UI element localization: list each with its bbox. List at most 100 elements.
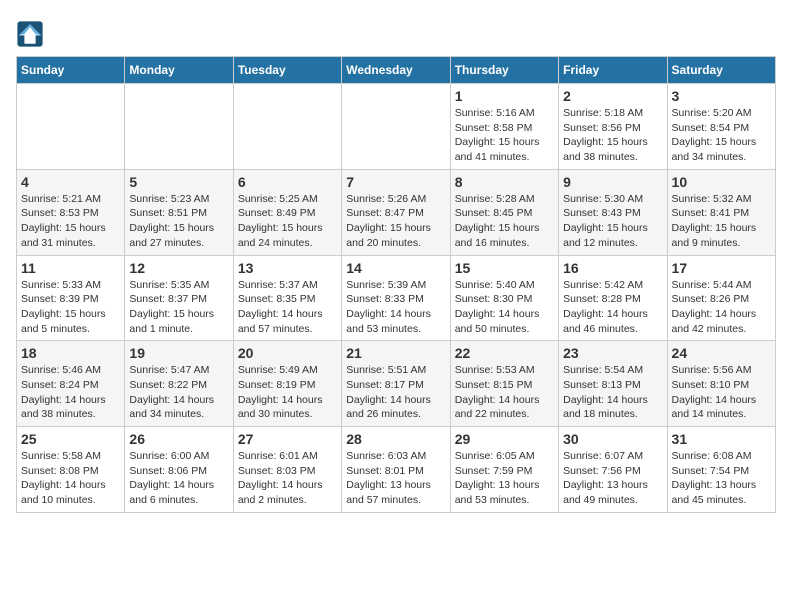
calendar-cell: 2 Sunrise: 5:18 AM Sunset: 8:56 PM Daylig… bbox=[559, 84, 667, 170]
day-info: Sunrise: 5:35 AM Sunset: 8:37 PM Dayligh… bbox=[129, 278, 228, 337]
day-number: 21 bbox=[346, 345, 445, 361]
day-number: 20 bbox=[238, 345, 337, 361]
calendar-table: SundayMondayTuesdayWednesdayThursdayFrid… bbox=[16, 56, 776, 513]
day-info: Sunrise: 5:28 AM Sunset: 8:45 PM Dayligh… bbox=[455, 192, 554, 251]
weekday-header-thursday: Thursday bbox=[450, 57, 558, 84]
calendar-week-1: 1 Sunrise: 5:16 AM Sunset: 8:58 PM Daylig… bbox=[17, 84, 776, 170]
calendar-cell: 20 Sunrise: 5:49 AM Sunset: 8:19 PM Dayli… bbox=[233, 341, 341, 427]
calendar-cell bbox=[125, 84, 233, 170]
weekday-header-tuesday: Tuesday bbox=[233, 57, 341, 84]
day-number: 26 bbox=[129, 431, 228, 447]
calendar-cell: 13Sunrise: 5:37 AM Sunset: 8:35 PM Dayli… bbox=[233, 255, 341, 341]
calendar-body: 1 Sunrise: 5:16 AM Sunset: 8:58 PM Daylig… bbox=[17, 84, 776, 513]
calendar-cell: 11Sunrise: 5:33 AM Sunset: 8:39 PM Dayli… bbox=[17, 255, 125, 341]
day-info: Sunrise: 6:03 AM Sunset: 8:01 PM Dayligh… bbox=[346, 449, 445, 508]
day-info: Sunrise: 5:49 AM Sunset: 8:19 PM Dayligh… bbox=[238, 363, 337, 422]
day-info: Sunrise: 6:07 AM Sunset: 7:56 PM Dayligh… bbox=[563, 449, 662, 508]
calendar-cell: 5 Sunrise: 5:23 AM Sunset: 8:51 PM Daylig… bbox=[125, 169, 233, 255]
day-info: Sunrise: 5:18 AM Sunset: 8:56 PM Dayligh… bbox=[563, 106, 662, 165]
day-number: 30 bbox=[563, 431, 662, 447]
weekday-header-sunday: Sunday bbox=[17, 57, 125, 84]
calendar-cell: 8 Sunrise: 5:28 AM Sunset: 8:45 PM Daylig… bbox=[450, 169, 558, 255]
day-number: 17 bbox=[672, 260, 771, 276]
day-number: 2 bbox=[563, 88, 662, 104]
logo bbox=[16, 20, 48, 48]
day-info: Sunrise: 6:00 AM Sunset: 8:06 PM Dayligh… bbox=[129, 449, 228, 508]
calendar-cell: 9 Sunrise: 5:30 AM Sunset: 8:43 PM Daylig… bbox=[559, 169, 667, 255]
weekday-header-row: SundayMondayTuesdayWednesdayThursdayFrid… bbox=[17, 57, 776, 84]
calendar-week-2: 4 Sunrise: 5:21 AM Sunset: 8:53 PM Daylig… bbox=[17, 169, 776, 255]
day-number: 16 bbox=[563, 260, 662, 276]
day-number: 29 bbox=[455, 431, 554, 447]
day-info: Sunrise: 5:16 AM Sunset: 8:58 PM Dayligh… bbox=[455, 106, 554, 165]
calendar-cell: 23Sunrise: 5:54 AM Sunset: 8:13 PM Dayli… bbox=[559, 341, 667, 427]
day-info: Sunrise: 6:01 AM Sunset: 8:03 PM Dayligh… bbox=[238, 449, 337, 508]
calendar-week-3: 11Sunrise: 5:33 AM Sunset: 8:39 PM Dayli… bbox=[17, 255, 776, 341]
calendar-cell: 21 Sunrise: 5:51 AM Sunset: 8:17 PM Dayli… bbox=[342, 341, 450, 427]
day-number: 4 bbox=[21, 174, 120, 190]
calendar-cell: 10Sunrise: 5:32 AM Sunset: 8:41 PM Dayli… bbox=[667, 169, 775, 255]
weekday-header-friday: Friday bbox=[559, 57, 667, 84]
day-number: 5 bbox=[129, 174, 228, 190]
day-number: 14 bbox=[346, 260, 445, 276]
day-number: 9 bbox=[563, 174, 662, 190]
weekday-header-wednesday: Wednesday bbox=[342, 57, 450, 84]
day-info: Sunrise: 5:20 AM Sunset: 8:54 PM Dayligh… bbox=[672, 106, 771, 165]
day-number: 28 bbox=[346, 431, 445, 447]
calendar-cell: 14Sunrise: 5:39 AM Sunset: 8:33 PM Dayli… bbox=[342, 255, 450, 341]
day-info: Sunrise: 5:40 AM Sunset: 8:30 PM Dayligh… bbox=[455, 278, 554, 337]
calendar-cell: 22Sunrise: 5:53 AM Sunset: 8:15 PM Dayli… bbox=[450, 341, 558, 427]
calendar-cell: 3 Sunrise: 5:20 AM Sunset: 8:54 PM Daylig… bbox=[667, 84, 775, 170]
day-info: Sunrise: 5:25 AM Sunset: 8:49 PM Dayligh… bbox=[238, 192, 337, 251]
day-number: 10 bbox=[672, 174, 771, 190]
calendar-cell: 4 Sunrise: 5:21 AM Sunset: 8:53 PM Daylig… bbox=[17, 169, 125, 255]
day-info: Sunrise: 5:51 AM Sunset: 8:17 PM Dayligh… bbox=[346, 363, 445, 422]
calendar-cell: 19Sunrise: 5:47 AM Sunset: 8:22 PM Dayli… bbox=[125, 341, 233, 427]
calendar-cell: 1 Sunrise: 5:16 AM Sunset: 8:58 PM Daylig… bbox=[450, 84, 558, 170]
calendar-cell: 26 Sunrise: 6:00 AM Sunset: 8:06 PM Dayli… bbox=[125, 427, 233, 513]
weekday-header-monday: Monday bbox=[125, 57, 233, 84]
day-number: 1 bbox=[455, 88, 554, 104]
calendar-cell: 17 Sunrise: 5:44 AM Sunset: 8:26 PM Dayli… bbox=[667, 255, 775, 341]
day-number: 31 bbox=[672, 431, 771, 447]
calendar-header: SundayMondayTuesdayWednesdayThursdayFrid… bbox=[17, 57, 776, 84]
day-info: Sunrise: 5:33 AM Sunset: 8:39 PM Dayligh… bbox=[21, 278, 120, 337]
day-info: Sunrise: 5:46 AM Sunset: 8:24 PM Dayligh… bbox=[21, 363, 120, 422]
calendar-week-4: 18 Sunrise: 5:46 AM Sunset: 8:24 PM Dayli… bbox=[17, 341, 776, 427]
day-number: 18 bbox=[21, 345, 120, 361]
day-info: Sunrise: 6:05 AM Sunset: 7:59 PM Dayligh… bbox=[455, 449, 554, 508]
calendar-cell: 31 Sunrise: 6:08 AM Sunset: 7:54 PM Dayli… bbox=[667, 427, 775, 513]
calendar-cell: 15 Sunrise: 5:40 AM Sunset: 8:30 PM Dayli… bbox=[450, 255, 558, 341]
day-info: Sunrise: 5:21 AM Sunset: 8:53 PM Dayligh… bbox=[21, 192, 120, 251]
day-info: Sunrise: 5:44 AM Sunset: 8:26 PM Dayligh… bbox=[672, 278, 771, 337]
calendar-cell bbox=[17, 84, 125, 170]
day-number: 15 bbox=[455, 260, 554, 276]
day-info: Sunrise: 6:08 AM Sunset: 7:54 PM Dayligh… bbox=[672, 449, 771, 508]
calendar-cell: 18 Sunrise: 5:46 AM Sunset: 8:24 PM Dayli… bbox=[17, 341, 125, 427]
calendar-cell: 24Sunrise: 5:56 AM Sunset: 8:10 PM Dayli… bbox=[667, 341, 775, 427]
day-info: Sunrise: 5:37 AM Sunset: 8:35 PM Dayligh… bbox=[238, 278, 337, 337]
day-number: 6 bbox=[238, 174, 337, 190]
day-info: Sunrise: 5:53 AM Sunset: 8:15 PM Dayligh… bbox=[455, 363, 554, 422]
day-number: 25 bbox=[21, 431, 120, 447]
day-number: 19 bbox=[129, 345, 228, 361]
calendar-cell: 27 Sunrise: 6:01 AM Sunset: 8:03 PM Dayli… bbox=[233, 427, 341, 513]
header bbox=[16, 16, 776, 48]
day-number: 27 bbox=[238, 431, 337, 447]
calendar-cell: 29 Sunrise: 6:05 AM Sunset: 7:59 PM Dayli… bbox=[450, 427, 558, 513]
day-number: 24 bbox=[672, 345, 771, 361]
day-info: Sunrise: 5:23 AM Sunset: 8:51 PM Dayligh… bbox=[129, 192, 228, 251]
calendar-cell: 7Sunrise: 5:26 AM Sunset: 8:47 PM Daylig… bbox=[342, 169, 450, 255]
calendar-cell: 25 Sunrise: 5:58 AM Sunset: 8:08 PM Dayli… bbox=[17, 427, 125, 513]
day-number: 8 bbox=[455, 174, 554, 190]
day-info: Sunrise: 5:42 AM Sunset: 8:28 PM Dayligh… bbox=[563, 278, 662, 337]
day-number: 7 bbox=[346, 174, 445, 190]
weekday-header-saturday: Saturday bbox=[667, 57, 775, 84]
day-info: Sunrise: 5:58 AM Sunset: 8:08 PM Dayligh… bbox=[21, 449, 120, 508]
logo-icon bbox=[16, 20, 44, 48]
calendar-cell: 30 Sunrise: 6:07 AM Sunset: 7:56 PM Dayli… bbox=[559, 427, 667, 513]
calendar-cell: 6 Sunrise: 5:25 AM Sunset: 8:49 PM Daylig… bbox=[233, 169, 341, 255]
calendar-cell: 12Sunrise: 5:35 AM Sunset: 8:37 PM Dayli… bbox=[125, 255, 233, 341]
day-number: 3 bbox=[672, 88, 771, 104]
day-info: Sunrise: 5:30 AM Sunset: 8:43 PM Dayligh… bbox=[563, 192, 662, 251]
